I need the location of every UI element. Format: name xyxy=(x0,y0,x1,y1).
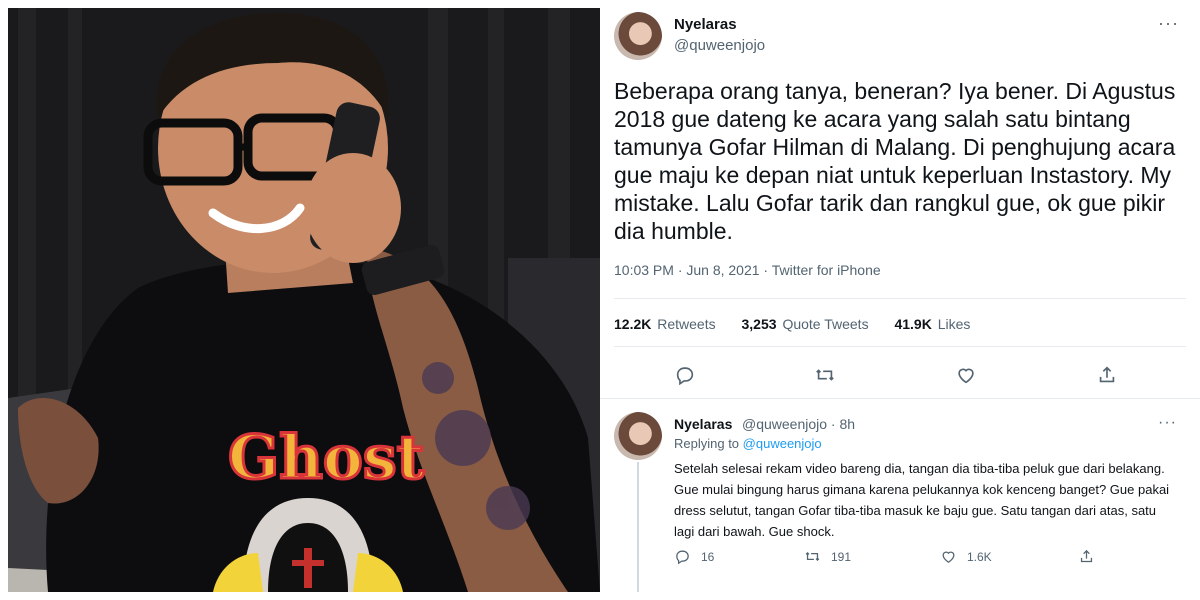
handle[interactable]: @quweenjojo xyxy=(674,37,765,54)
retweet-count: 191 xyxy=(831,549,852,564)
reply-reply-button[interactable]: 16 xyxy=(674,548,714,565)
thread-line xyxy=(637,462,639,592)
reply-actions: 16 191 1.6K xyxy=(674,548,1194,570)
reply-more-icon[interactable]: ··· xyxy=(1158,414,1177,432)
retweet-icon xyxy=(805,552,820,561)
reply-icon[interactable] xyxy=(672,362,698,388)
likes-stat[interactable]: 41.9K Likes xyxy=(894,316,970,332)
tweet-text: Beberapa orang tanya, beneran? Iya bener… xyxy=(614,78,1176,244)
more-icon[interactable]: ··· xyxy=(1158,14,1179,32)
reply-count: 16 xyxy=(701,549,715,564)
reply-retweet-button[interactable]: 191 xyxy=(804,548,851,565)
reply-avatar[interactable] xyxy=(614,412,662,460)
like-icon[interactable] xyxy=(953,362,979,388)
tweet-actions xyxy=(600,362,1200,392)
tweet-panel: Nyelaras @quweenjojo ··· Beberapa orang … xyxy=(600,0,1200,600)
divider xyxy=(614,346,1186,347)
reply-share-button[interactable] xyxy=(1078,548,1105,565)
replying-mention-link[interactable]: @quweenjojo xyxy=(743,436,822,451)
photo-illustration: Ghost xyxy=(8,8,600,592)
reply-icon xyxy=(676,550,689,565)
retweets-stat[interactable]: 12.2K Retweets xyxy=(614,316,716,332)
reply-handle-time[interactable]: @quweenjojo · 8h xyxy=(742,416,855,432)
shirt-print-text: Ghost xyxy=(228,423,425,493)
display-name[interactable]: Nyelaras xyxy=(674,16,737,33)
reply-text: Setelah selesai rekam video bareng dia, … xyxy=(674,461,1170,539)
tweet-timestamp[interactable]: 10:03 PM · Jun 8, 2021 · Twitter for iPh… xyxy=(614,262,881,278)
reply-display-name[interactable]: Nyelaras xyxy=(674,416,732,432)
like-icon xyxy=(942,551,955,563)
share-icon xyxy=(1080,549,1093,563)
divider xyxy=(600,398,1200,399)
quote-tweets-stat[interactable]: 3,253 Quote Tweets xyxy=(742,316,869,332)
divider xyxy=(614,298,1186,299)
retweet-icon[interactable] xyxy=(812,362,838,388)
replying-prefix: Replying to xyxy=(674,436,740,451)
reply-like-button[interactable]: 1.6K xyxy=(940,548,992,565)
share-icon[interactable] xyxy=(1094,362,1120,388)
replying-to: Replying to @quweenjojo xyxy=(674,436,822,451)
tweet-stats: 12.2K Retweets 3,253 Quote Tweets 41.9K … xyxy=(614,316,992,332)
like-count: 1.6K xyxy=(967,549,992,564)
avatar[interactable] xyxy=(614,12,662,60)
photo-man-on-phone: Ghost xyxy=(8,8,600,592)
